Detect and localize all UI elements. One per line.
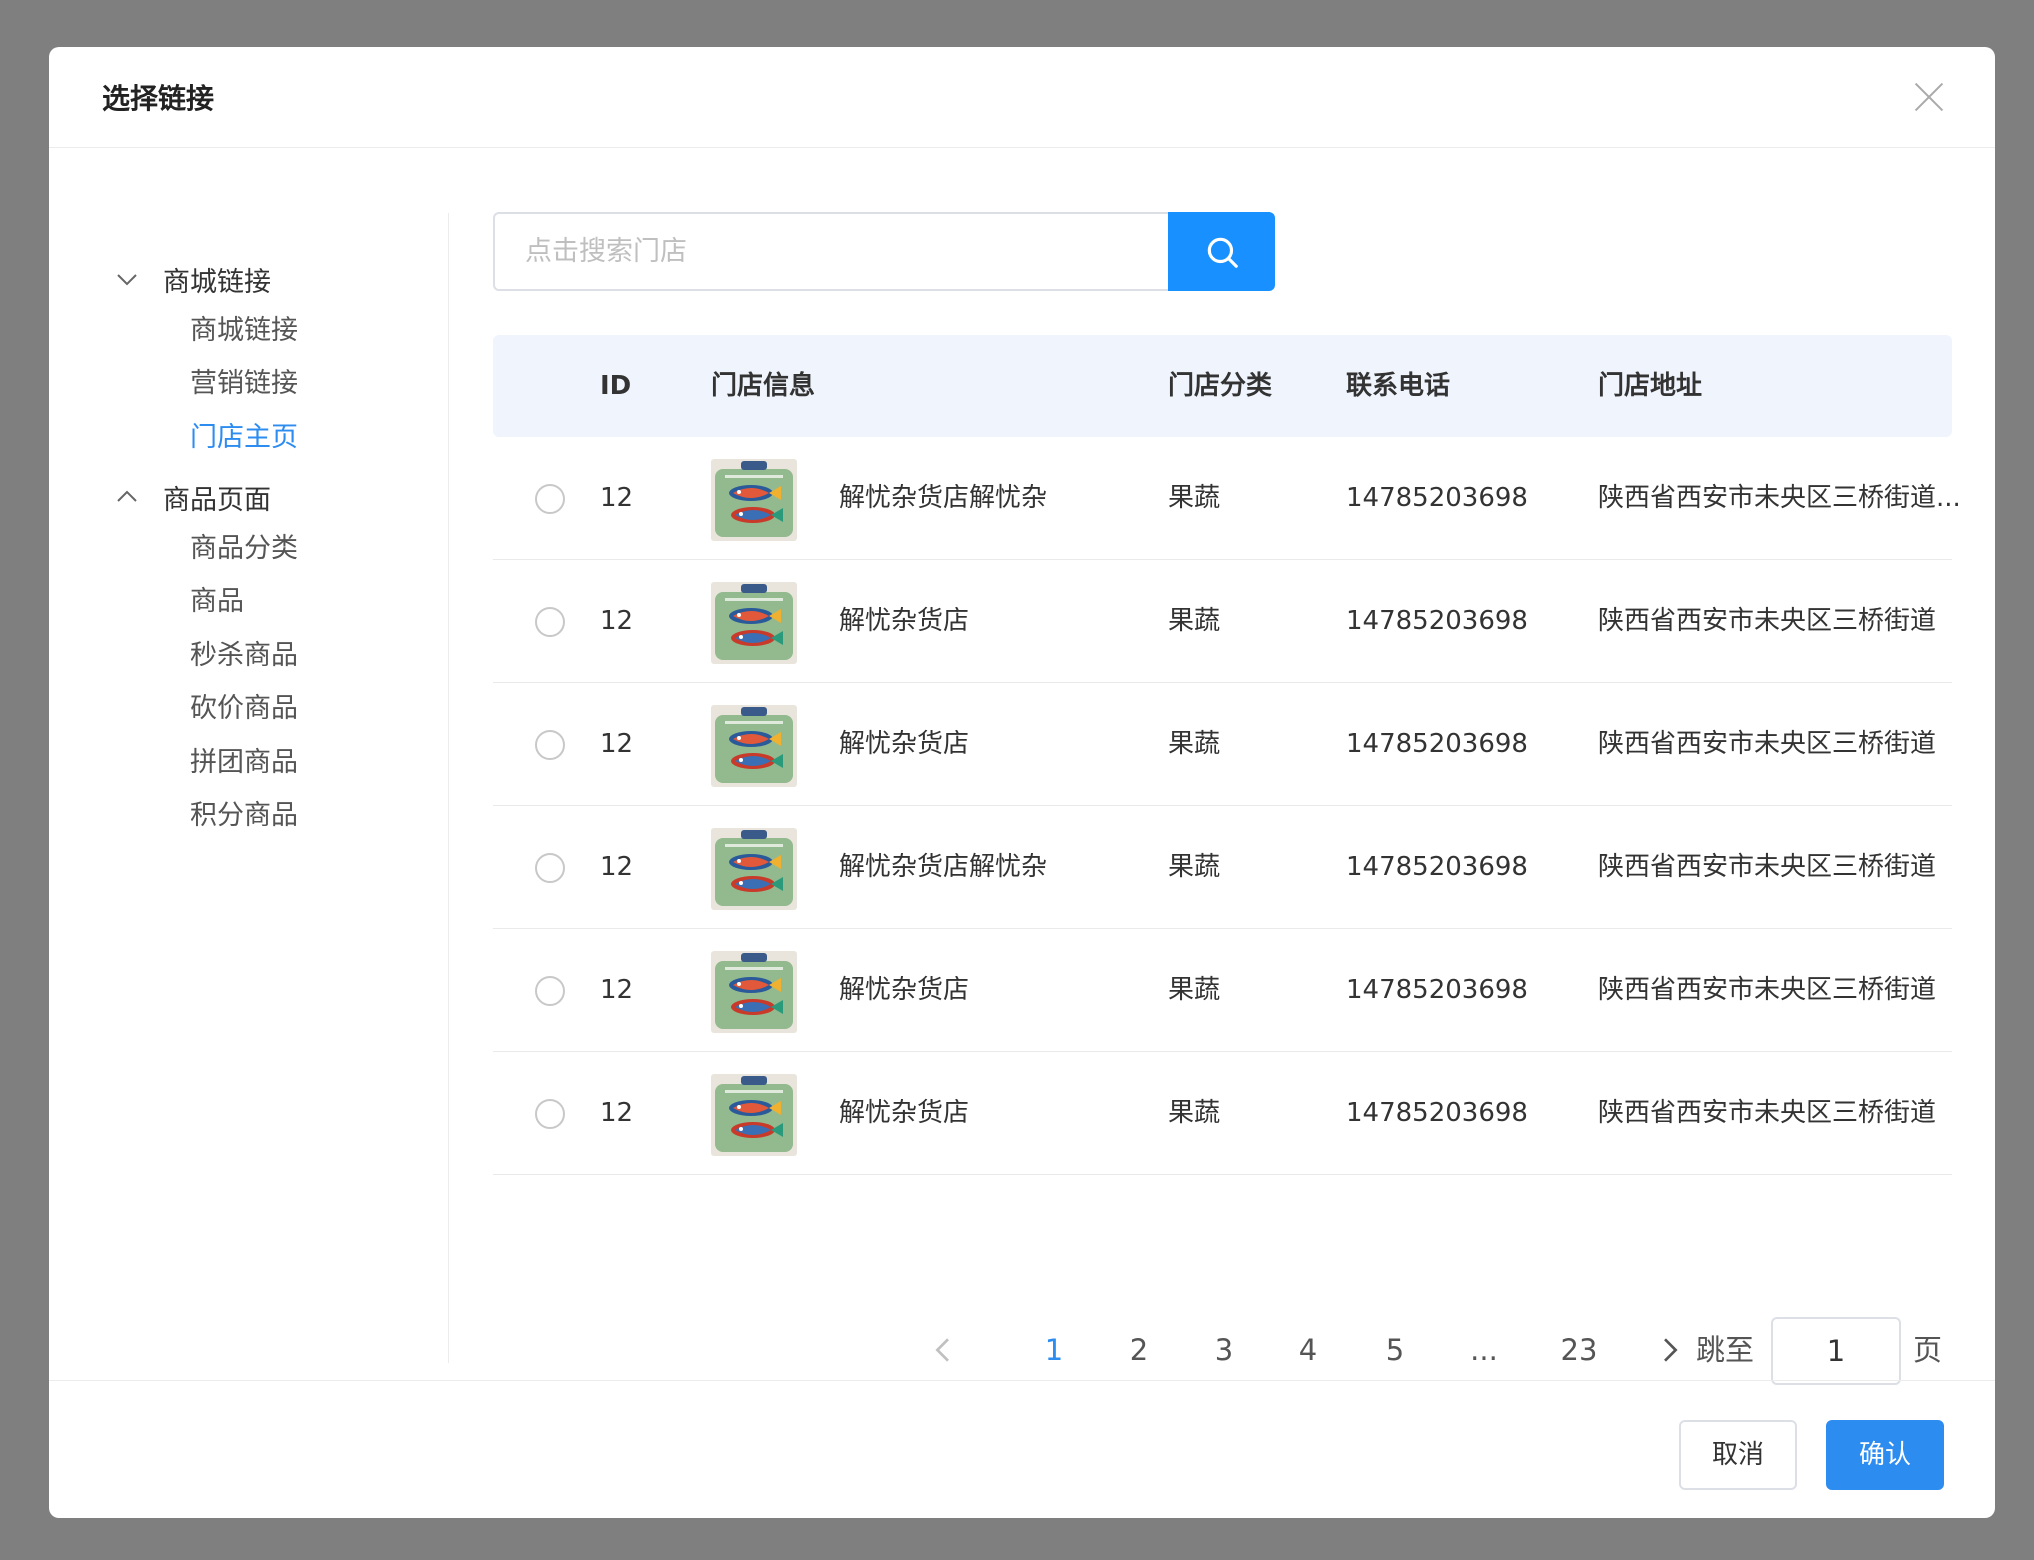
- store-category: 果蔬: [1168, 483, 1221, 513]
- page-23[interactable]: 23: [1556, 1315, 1602, 1385]
- search-button[interactable]: [1168, 212, 1275, 291]
- store-address: 陕西省西安市未央区三桥街道: [1598, 975, 1937, 1005]
- next-page-icon[interactable]: [1653, 1334, 1685, 1366]
- store-id: 12: [600, 975, 634, 1005]
- store-address: 陕西省西安市未央区三桥街道: [1598, 852, 1937, 882]
- store-thumbnail: [711, 582, 797, 664]
- store-thumbnail: [711, 459, 797, 541]
- link-category-sidebar: 商城链接 商城链接 营销链接 门店主页 商品页面 商品分类 商品 秒杀商品 砍价…: [49, 213, 449, 1363]
- page-2[interactable]: 2: [1124, 1315, 1154, 1385]
- table-row[interactable]: 12 解忧杂货店 果蔬 14785203698 陕西省西安市未央区三桥街道: [493, 929, 1952, 1052]
- store-thumbnail: [711, 705, 797, 787]
- store-address: 陕西省西安市未央区三桥街道: [1598, 729, 1937, 759]
- store-category: 果蔬: [1168, 729, 1221, 759]
- store-category: 果蔬: [1168, 852, 1221, 882]
- page-5[interactable]: 5: [1380, 1315, 1410, 1385]
- page-ellipsis[interactable]: ...: [1464, 1315, 1504, 1385]
- column-header-phone: 联系电话: [1346, 371, 1451, 401]
- store-table: ID 门店信息 门店分类 联系电话 门店地址 12 解忧杂货店解忧杂 果蔬 14…: [493, 335, 1961, 1175]
- store-phone: 14785203698: [1346, 729, 1528, 759]
- table-body: 12 解忧杂货店解忧杂 果蔬 14785203698 陕西省西安市未央区三桥街道…: [493, 437, 1961, 1175]
- row-select-radio[interactable]: [535, 607, 565, 637]
- column-header-category: 门店分类: [1168, 371, 1273, 401]
- store-name: 解忧杂货店: [839, 606, 970, 636]
- store-phone: 14785203698: [1346, 975, 1528, 1005]
- row-select-radio[interactable]: [535, 976, 565, 1006]
- sidebar-group-label: 商品页面: [163, 484, 271, 516]
- sidebar-group-mall-links[interactable]: 商城链接: [113, 259, 271, 299]
- store-name: 解忧杂货店: [839, 1098, 970, 1128]
- dialog-title: 选择链接: [102, 82, 215, 115]
- table-row[interactable]: 12 解忧杂货店 果蔬 14785203698 陕西省西安市未央区三桥街道: [493, 560, 1952, 683]
- prev-page-icon[interactable]: [928, 1334, 960, 1366]
- store-phone: 14785203698: [1346, 1098, 1528, 1128]
- row-select-radio[interactable]: [535, 853, 565, 883]
- store-id: 12: [600, 1098, 634, 1128]
- store-name: 解忧杂货店解忧杂: [839, 852, 1048, 882]
- dialog-footer: 取消 确认: [49, 1380, 1995, 1518]
- store-name: 解忧杂货店解忧杂: [839, 483, 1048, 513]
- table-row[interactable]: 12 解忧杂货店 果蔬 14785203698 陕西省西安市未央区三桥街道: [493, 1052, 1952, 1175]
- store-address: 陕西省西安市未央区三桥街道: [1598, 1098, 1937, 1128]
- dialog-header: 选择链接: [49, 47, 1995, 148]
- chevron-down-icon: [113, 265, 141, 293]
- store-id: 12: [600, 483, 634, 513]
- store-phone: 14785203698: [1346, 483, 1528, 513]
- table-row[interactable]: 12 解忧杂货店解忧杂 果蔬 14785203698 陕西省西安市未央区三桥街道…: [493, 437, 1961, 560]
- sidebar-item-group-buy[interactable]: 拼团商品: [190, 743, 298, 783]
- column-header-store-info: 门店信息: [711, 371, 816, 401]
- table-row[interactable]: 12 解忧杂货店解忧杂 果蔬 14785203698 陕西省西安市未央区三桥街道: [493, 806, 1952, 929]
- store-search-input[interactable]: [493, 212, 1168, 291]
- sidebar-group-product-pages[interactable]: 商品页面: [113, 477, 271, 517]
- store-phone: 14785203698: [1346, 606, 1528, 636]
- row-select-radio[interactable]: [535, 1099, 565, 1129]
- sidebar-group-label: 商城链接: [163, 266, 271, 298]
- pagination: 1 2 3 4 5 ... 23 跳至 页: [49, 1315, 1995, 1385]
- sidebar-item-product-category[interactable]: 商品分类: [190, 529, 298, 569]
- page-1[interactable]: 1: [1039, 1315, 1069, 1385]
- search-icon: [1207, 237, 1238, 268]
- chevron-up-icon: [113, 483, 141, 511]
- close-icon[interactable]: [1913, 81, 1945, 113]
- page-3[interactable]: 3: [1209, 1315, 1239, 1385]
- sidebar-item-store-home[interactable]: 门店主页: [190, 418, 298, 458]
- sidebar-item-points-product[interactable]: 积分商品: [190, 796, 298, 836]
- store-phone: 14785203698: [1346, 852, 1528, 882]
- table-row[interactable]: 12 解忧杂货店 果蔬 14785203698 陕西省西安市未央区三桥街道: [493, 683, 1952, 806]
- column-header-address: 门店地址: [1598, 371, 1703, 401]
- store-address: 陕西省西安市未央区三桥街道: [1598, 606, 1937, 636]
- row-select-radio[interactable]: [535, 484, 565, 514]
- cancel-button[interactable]: 取消: [1679, 1420, 1797, 1490]
- sidebar-item-product[interactable]: 商品: [190, 582, 244, 622]
- store-name: 解忧杂货店: [839, 729, 970, 759]
- sidebar-item-mall-links[interactable]: 商城链接: [190, 311, 298, 351]
- sidebar-item-flash-sale[interactable]: 秒杀商品: [190, 636, 298, 676]
- store-category: 果蔬: [1168, 1098, 1221, 1128]
- store-thumbnail: [711, 828, 797, 910]
- store-category: 果蔬: [1168, 606, 1221, 636]
- sidebar-item-bargain[interactable]: 砍价商品: [190, 689, 298, 729]
- jump-to-label: 跳至: [1696, 1333, 1755, 1367]
- store-id: 12: [600, 729, 634, 759]
- store-address: 陕西省西安市未央区三桥街道...: [1598, 483, 1961, 513]
- row-select-radio[interactable]: [535, 730, 565, 760]
- store-thumbnail: [711, 1074, 797, 1156]
- store-id: 12: [600, 606, 634, 636]
- page-4[interactable]: 4: [1293, 1315, 1323, 1385]
- store-name: 解忧杂货店: [839, 975, 970, 1005]
- column-header-id: ID: [600, 371, 632, 401]
- jump-page-input[interactable]: [1771, 1317, 1901, 1385]
- sidebar-item-marketing-links[interactable]: 营销链接: [190, 364, 298, 404]
- store-id: 12: [600, 852, 634, 882]
- table-header: ID 门店信息 门店分类 联系电话 门店地址: [493, 335, 1952, 437]
- store-category: 果蔬: [1168, 975, 1221, 1005]
- store-thumbnail: [711, 951, 797, 1033]
- confirm-button[interactable]: 确认: [1826, 1420, 1944, 1490]
- link-select-dialog: 选择链接 商城链接 商城链接 营销链接 门店主页 商品页面 商品分类 商品 秒杀…: [49, 47, 1995, 1518]
- page-suffix-label: 页: [1913, 1333, 1943, 1367]
